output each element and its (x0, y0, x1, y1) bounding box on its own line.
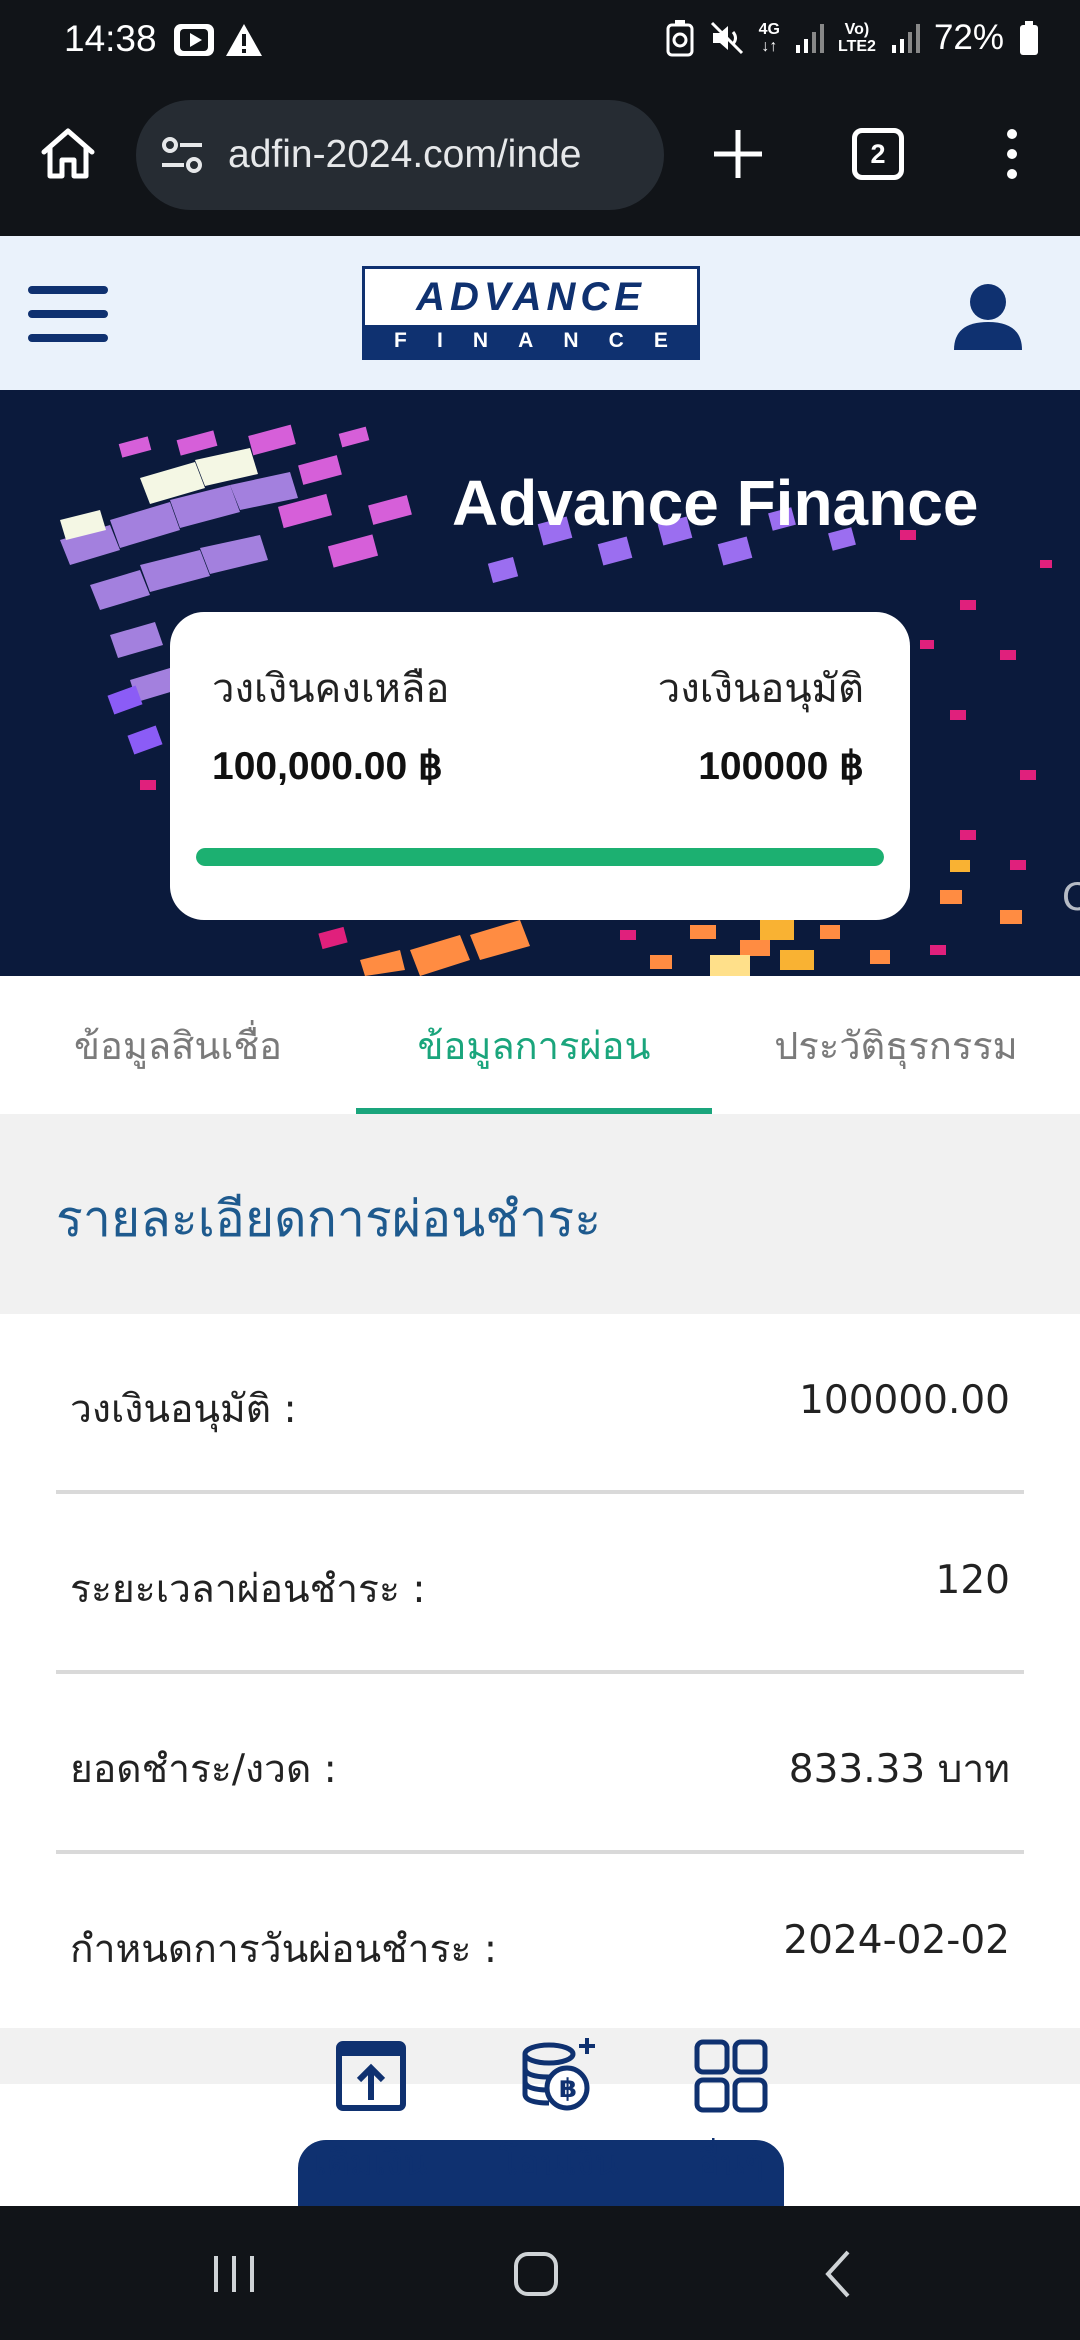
battery-icon (1020, 21, 1038, 55)
transfer-button[interactable]: ฿ โอนเงิน (484, 2036, 634, 2196)
detail-value: 833.33 บาท (788, 1747, 1010, 1792)
signal-icon (796, 24, 824, 53)
deposit-button[interactable]: เติมเงิน (296, 2036, 446, 2196)
credit-progress-bar (196, 848, 884, 866)
detail-row-approved-amount: วงเงินอนุมัติ : 100000.00 (56, 1314, 1024, 1494)
more-label: อื่นๆ (698, 2143, 764, 2184)
logo-subtitle: FINANCE (365, 325, 697, 357)
tab-switcher-button[interactable]: 2 (852, 128, 904, 180)
hamburger-icon[interactable] (28, 284, 108, 344)
detail-row-term: ระยะเวลาผ่อนชำระ : 120 (56, 1494, 1024, 1674)
youtube-music-icon (174, 24, 214, 56)
volte-indicator: Vo) LTE2 (838, 21, 876, 55)
detail-value: 2024-02-02 (783, 1918, 1010, 1963)
hero-title: Advance Finance (452, 467, 979, 539)
detail-label: กำหนดการวันผ่อนชำระ : (70, 1927, 497, 1972)
recents-icon[interactable] (202, 2242, 266, 2306)
battery-percent: 72% (933, 18, 1004, 57)
home-icon[interactable] (36, 122, 100, 186)
advance-finance-logo[interactable]: ADVANCE FINANCE (362, 266, 700, 360)
logo-wordmark: ADVANCE (416, 274, 646, 319)
tab-count: 2 (870, 138, 886, 169)
approved-credit-value: 100000 ฿ (698, 745, 864, 788)
status-system-icons: 4G ↓↑ Vo) LTE2 72% (665, 18, 1040, 58)
address-bar[interactable]: adfin-2024.com/inde (136, 100, 664, 210)
detail-row-installment-amount: ยอดชำระ/งวด : 833.33 บาท (56, 1674, 1024, 1854)
detail-label: ยอดชำระ/งวด : (70, 1747, 337, 1792)
grid-icon (694, 2039, 768, 2113)
status-notification-icons (172, 20, 264, 60)
svg-text:C: C (1062, 875, 1080, 919)
detail-row-due-date: กำหนดการวันผ่อนชำระ : 2024-02-02 (56, 1854, 1024, 2034)
upload-icon (336, 2041, 406, 2111)
signal-icon-2 (891, 24, 920, 53)
section-header: รายละเอียดการผ่อนชำระ (0, 1114, 1080, 1314)
deposit-label: เติมเงิน (314, 2143, 428, 2184)
user-icon[interactable] (950, 278, 1026, 354)
tab-transaction-history[interactable]: ประวัติธุรกรรม (712, 976, 1080, 1114)
android-navigation-bar (0, 2206, 1080, 2340)
more-vert-icon[interactable] (1000, 122, 1024, 186)
home-nav-icon[interactable] (504, 2242, 568, 2306)
transfer-label: โอนเงิน (498, 2143, 620, 2184)
network-type: 4G ↓↑ (758, 21, 780, 55)
tab-loan-info[interactable]: ข้อมูลสินเชื่อ (0, 976, 356, 1114)
approved-credit-label: วงเงินอนุมัติ (657, 666, 864, 712)
tab-installment-info[interactable]: ข้อมูลการผ่อน (356, 976, 712, 1114)
bottom-nav: เติมเงิน ฿ โอนเงิน อื่นๆ (0, 2028, 1080, 2206)
detail-value: 120 (935, 1558, 1010, 1603)
back-icon[interactable] (806, 2242, 870, 2306)
browser-toolbar: adfin-2024.com/inde 2 (0, 82, 1080, 236)
mute-icon (710, 21, 743, 55)
detail-label: ระยะเวลาผ่อนชำระ : (70, 1567, 426, 1612)
site-header: ADVANCE FINANCE (0, 236, 1080, 390)
plus-icon[interactable] (706, 122, 770, 186)
remaining-credit-label: วงเงินคงเหลือ (212, 666, 450, 712)
credit-progress-fill (196, 848, 884, 866)
hero-banner: C Advance Finance วงเงินคงเหลือ วงเงินอน… (0, 390, 1080, 976)
detail-label: วงเงินอนุมัติ : (70, 1387, 297, 1432)
battery-saver-icon (666, 20, 694, 57)
remaining-credit-value: 100,000.00 ฿ (212, 745, 443, 788)
coins-plus-icon: ฿ (522, 2038, 595, 2111)
url-text[interactable]: adfin-2024.com/inde (228, 133, 581, 177)
installment-details: วงเงินอนุมัติ : 100000.00 ระยะเวลาผ่อนชำ… (0, 1314, 1080, 2028)
detail-value: 100000.00 (799, 1378, 1010, 1423)
warning-icon (226, 24, 262, 56)
balance-card: วงเงินคงเหลือ วงเงินอนุมัติ 100,000.00 ฿… (170, 612, 910, 920)
svg-text:฿: ฿ (559, 2074, 577, 2104)
status-time: 14:38 (64, 18, 157, 59)
tune-icon[interactable] (158, 131, 206, 179)
more-button[interactable]: อื่นๆ (656, 2036, 806, 2196)
status-bar: 14:38 4G ↓↑ Vo) LTE2 72% (0, 0, 1080, 82)
section-title: รายละเอียดการผ่อนชำระ (56, 1190, 602, 1248)
tab-bar: ข้อมูลสินเชื่อ ข้อมูลการผ่อน ประวัติธุรก… (0, 976, 1080, 1114)
